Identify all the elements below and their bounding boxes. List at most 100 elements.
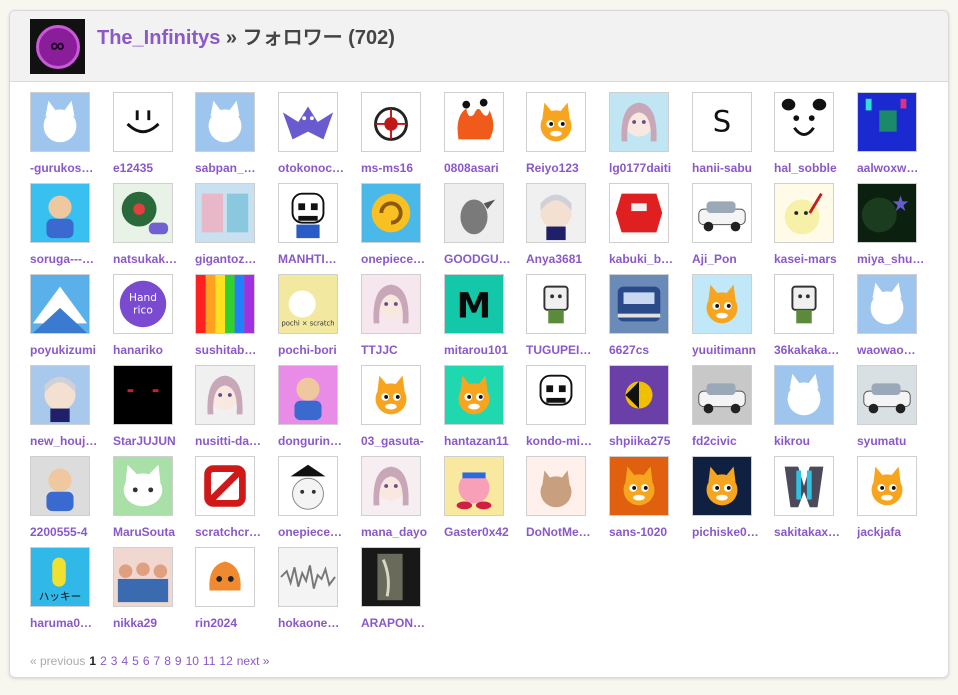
follower-username-link[interactable]: Anya3681 bbox=[526, 252, 606, 266]
hand-rico-avatar[interactable]: Hand rico bbox=[113, 274, 173, 334]
follower-item[interactable]: sushitab… bbox=[195, 274, 277, 365]
page-link[interactable]: 11 bbox=[203, 654, 215, 668]
follower-item[interactable]: DoNotMe… bbox=[526, 456, 608, 547]
page-link[interactable]: 6 bbox=[143, 654, 150, 668]
character-avatar[interactable] bbox=[30, 183, 90, 243]
follower-username-link[interactable]: kasei-mars bbox=[774, 252, 854, 266]
follower-item[interactable]: yuuitimann bbox=[692, 274, 774, 365]
scratch-cat-avatar[interactable] bbox=[692, 456, 752, 516]
anime-girl-avatar[interactable] bbox=[195, 365, 255, 425]
snail-avatar[interactable] bbox=[361, 183, 421, 243]
star-night-avatar[interactable] bbox=[857, 183, 917, 243]
page-link[interactable]: 12 bbox=[219, 654, 232, 668]
follower-username-link[interactable]: pichiske0… bbox=[692, 525, 772, 539]
follower-username-link[interactable]: jackjafa bbox=[857, 525, 937, 539]
follower-item[interactable]: sakitakax… bbox=[774, 456, 856, 547]
follower-username-link[interactable]: otokonoc… bbox=[278, 161, 358, 175]
follower-item[interactable]: shpiika275 bbox=[609, 365, 691, 456]
follower-username-link[interactable]: hokaone… bbox=[278, 616, 358, 630]
anime-girl-avatar[interactable] bbox=[361, 456, 421, 516]
scratch-cat-avatar[interactable] bbox=[526, 92, 586, 152]
squid-avatar[interactable] bbox=[195, 547, 255, 607]
follower-username-link[interactable]: e12435 bbox=[113, 161, 193, 175]
follower-item[interactable]: 0808asari bbox=[444, 92, 526, 183]
follower-username-link[interactable]: ARAPON… bbox=[361, 616, 441, 630]
follower-item[interactable]: pichiske0… bbox=[692, 456, 774, 547]
anime-boy-avatar[interactable] bbox=[526, 183, 586, 243]
follower-username-link[interactable]: hanii-sabu bbox=[692, 161, 772, 175]
controller-avatar[interactable] bbox=[113, 183, 173, 243]
anime-boy-avatar[interactable] bbox=[30, 365, 90, 425]
follower-username-link[interactable]: kabuki_b… bbox=[609, 252, 689, 266]
follower-username-link[interactable]: DoNotMe… bbox=[526, 525, 606, 539]
follower-username-link[interactable]: 03_gasuta- bbox=[361, 434, 441, 448]
follower-item[interactable]: ハッキー haruma0… bbox=[30, 547, 112, 638]
page-link[interactable]: 3 bbox=[111, 654, 118, 668]
page-link[interactable]: 8 bbox=[164, 654, 171, 668]
follower-item[interactable]: otokonoc… bbox=[278, 92, 360, 183]
scratch-cat-avatar[interactable] bbox=[444, 365, 504, 425]
car-avatar[interactable] bbox=[692, 365, 752, 425]
follower-item[interactable]: 03_gasuta- bbox=[361, 365, 443, 456]
flame-creature-avatar[interactable] bbox=[444, 92, 504, 152]
follower-username-link[interactable]: hantazan11 bbox=[444, 434, 524, 448]
follower-item[interactable]: 36kakaka… bbox=[774, 274, 856, 365]
follower-item[interactable]: dongurin… bbox=[278, 365, 360, 456]
follower-username-link[interactable]: GOODGU… bbox=[444, 252, 524, 266]
follower-item[interactable]: StarJUJUN bbox=[113, 365, 195, 456]
default-cat-avatar[interactable] bbox=[774, 365, 834, 425]
bird-avatar[interactable] bbox=[444, 183, 504, 243]
default-cat-avatar[interactable] bbox=[30, 92, 90, 152]
follower-item[interactable]: pochi × scratch pochi-bori bbox=[278, 274, 360, 365]
rainbow-avatar[interactable] bbox=[195, 274, 255, 334]
follower-item[interactable]: hantazan11 bbox=[444, 365, 526, 456]
follower-item[interactable]: Aji_Pon bbox=[692, 183, 774, 274]
follower-username-link[interactable]: MaruSouta bbox=[113, 525, 193, 539]
follower-username-link[interactable]: waowao… bbox=[857, 343, 937, 357]
follower-item[interactable]: waowao… bbox=[857, 274, 939, 365]
follower-item[interactable]: MANHTI… bbox=[278, 183, 360, 274]
follower-item[interactable]: Reiyo123 bbox=[526, 92, 608, 183]
anime-girl-avatar[interactable] bbox=[361, 274, 421, 334]
follower-username-link[interactable]: haruma0… bbox=[30, 616, 110, 630]
face-doodle-avatar[interactable] bbox=[774, 92, 834, 152]
follower-item[interactable]: gigantoz… bbox=[195, 183, 277, 274]
follower-username-link[interactable]: kikrou bbox=[774, 434, 854, 448]
follower-username-link[interactable]: Gaster0x42 bbox=[444, 525, 524, 539]
owner-name-link[interactable]: The_Infinitys bbox=[97, 27, 220, 49]
smiley-face-avatar[interactable] bbox=[113, 92, 173, 152]
follower-item[interactable]: 6627cs bbox=[609, 274, 691, 365]
page-link[interactable]: 5 bbox=[132, 654, 139, 668]
follower-item[interactable]: rin2024 bbox=[195, 547, 277, 638]
follower-item[interactable]: ARAPON… bbox=[361, 547, 443, 638]
follower-item[interactable]: hokaone… bbox=[278, 547, 360, 638]
skeleton-avatar[interactable] bbox=[278, 183, 338, 243]
follower-username-link[interactable]: scratchcr… bbox=[195, 525, 275, 539]
owner-avatar[interactable]: ∞ bbox=[30, 19, 85, 74]
follower-username-link[interactable]: sushitab… bbox=[195, 343, 275, 357]
follower-item[interactable]: poyukizumi bbox=[30, 274, 112, 365]
follower-item[interactable]: soruga---… bbox=[30, 183, 112, 274]
follower-username-link[interactable]: mana_dayo bbox=[361, 525, 441, 539]
follower-item[interactable]: MaruSouta bbox=[113, 456, 195, 547]
default-cat-avatar[interactable] bbox=[857, 274, 917, 334]
follower-item[interactable]: ms-ms16 bbox=[361, 92, 443, 183]
skull-avatar[interactable] bbox=[526, 365, 586, 425]
car-avatar[interactable] bbox=[692, 183, 752, 243]
follower-item[interactable]: new_houj… bbox=[30, 365, 112, 456]
no-sign-avatar[interactable] bbox=[195, 456, 255, 516]
follower-username-link[interactable]: 36kakaka… bbox=[774, 343, 854, 357]
follower-item[interactable]: Mmitarou101 bbox=[444, 274, 526, 365]
follower-username-link[interactable]: poyukizumi bbox=[30, 343, 110, 357]
waveform-avatar[interactable] bbox=[278, 547, 338, 607]
follower-username-link[interactable]: 0808asari bbox=[444, 161, 524, 175]
car-avatar[interactable] bbox=[857, 365, 917, 425]
follower-username-link[interactable]: gigantoz… bbox=[195, 252, 275, 266]
follower-username-link[interactable]: mitarou101 bbox=[444, 343, 524, 357]
follower-item[interactable]: kabuki_b… bbox=[609, 183, 691, 274]
follower-username-link[interactable]: StarJUJUN bbox=[113, 434, 193, 448]
scratch-cat-avatar[interactable] bbox=[361, 365, 421, 425]
follower-item[interactable]: -gurukos… bbox=[30, 92, 112, 183]
moon-face-avatar[interactable] bbox=[774, 183, 834, 243]
red-mask-avatar[interactable] bbox=[609, 183, 669, 243]
